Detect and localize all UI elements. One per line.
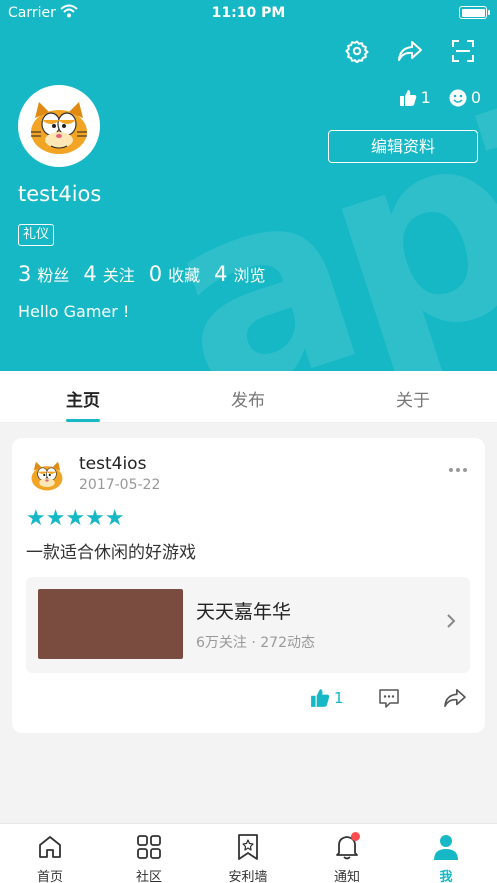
chevron-right-icon xyxy=(447,614,456,628)
share-icon xyxy=(444,689,466,707)
stat-favorites[interactable]: 0 收藏 xyxy=(149,262,200,286)
tabbar-notifications[interactable]: 通知 xyxy=(312,832,382,883)
share-icon[interactable] xyxy=(395,36,425,66)
active-tab-indicator xyxy=(66,419,100,422)
tabbar-label: 我 xyxy=(439,870,453,883)
more-options-icon[interactable] xyxy=(449,468,467,472)
game-cover-image xyxy=(38,589,183,659)
settings-gear-icon[interactable] xyxy=(342,36,372,66)
grid-icon xyxy=(137,835,161,859)
tabbar-community[interactable]: 社区 xyxy=(114,832,184,883)
stat-views[interactable]: 4 浏览 xyxy=(214,262,265,286)
smiley-icon xyxy=(449,89,467,106)
battery-level xyxy=(461,8,485,17)
post-card[interactable]: test4ios 2017-05-22 ★★★★★ 一款适合休闲的好游戏 天天嘉… xyxy=(12,438,485,733)
thumbs-up-icon xyxy=(311,689,330,707)
tabbar-label: 安利墙 xyxy=(228,870,268,883)
user-badge[interactable]: 礼仪 xyxy=(18,224,55,246)
edit-profile-button[interactable]: 编辑资料 xyxy=(328,130,478,163)
post-author-avatar[interactable] xyxy=(26,454,68,496)
share-post-button[interactable] xyxy=(443,688,467,708)
bottom-tab-bar: 首页 社区 安利墙 通知 我 xyxy=(0,823,497,883)
clock-time: 11:10 PM xyxy=(211,5,286,21)
battery-icon xyxy=(459,6,490,19)
smiles-count: 0 xyxy=(470,88,481,107)
tab-posts[interactable]: 发布 xyxy=(198,386,298,411)
watermark-logo: apTap xyxy=(133,0,497,371)
post-text: 一款适合休闲的好游戏 xyxy=(26,543,196,563)
notification-dot xyxy=(351,832,360,841)
like-count: 1 xyxy=(334,689,344,707)
rating-stars: ★★★★★ xyxy=(26,506,125,531)
tabbar-label: 首页 xyxy=(36,870,63,883)
game-link-card[interactable]: 天天嘉年华 6万关注 · 272动态 xyxy=(26,577,470,673)
thumbs-up-icon xyxy=(399,89,416,106)
tabbar-recommend-wall[interactable]: 安利墙 xyxy=(213,832,283,883)
profile-bio: Hello Gamer ! xyxy=(18,302,130,321)
post-author-name[interactable]: test4ios xyxy=(79,454,146,474)
likes-count: 1 xyxy=(420,88,431,107)
stat-followers[interactable]: 3 粉丝 xyxy=(18,262,69,286)
bookmark-star-icon xyxy=(238,834,258,860)
game-title: 天天嘉年华 xyxy=(196,601,292,623)
profile-header: apTap Carrier 11:10 PM 1 0 编辑资料 test4ios… xyxy=(0,0,497,371)
profile-stats: 3 粉丝 4 关注 0 收藏 4 浏览 xyxy=(18,262,266,286)
stat-following[interactable]: 4 关注 xyxy=(83,262,134,286)
home-icon xyxy=(39,836,61,858)
comment-icon xyxy=(379,689,399,708)
tabbar-label: 通知 xyxy=(333,870,360,883)
profile-tabs: 主页 发布 关于 xyxy=(0,371,497,423)
reaction-counts: 1 0 xyxy=(399,88,481,107)
tabbar-me[interactable]: 我 xyxy=(411,832,481,883)
status-bar: Carrier 11:10 PM xyxy=(0,0,497,26)
post-date: 2017-05-22 xyxy=(79,477,161,493)
avatar[interactable] xyxy=(18,85,100,167)
post-actions: 1 xyxy=(12,688,485,718)
game-meta: 6万关注 · 272动态 xyxy=(196,635,315,651)
profile-username: test4ios xyxy=(18,182,102,206)
like-button[interactable]: 1 xyxy=(310,688,344,708)
tab-home[interactable]: 主页 xyxy=(33,386,133,411)
person-icon xyxy=(434,835,458,860)
tab-about[interactable]: 关于 xyxy=(363,386,463,411)
garfield-avatar-image xyxy=(21,88,97,164)
garfield-avatar-image xyxy=(26,454,68,496)
tabbar-home[interactable]: 首页 xyxy=(15,832,85,883)
scan-icon[interactable] xyxy=(448,36,478,66)
comment-button[interactable] xyxy=(378,688,400,708)
tabbar-label: 社区 xyxy=(135,870,162,883)
